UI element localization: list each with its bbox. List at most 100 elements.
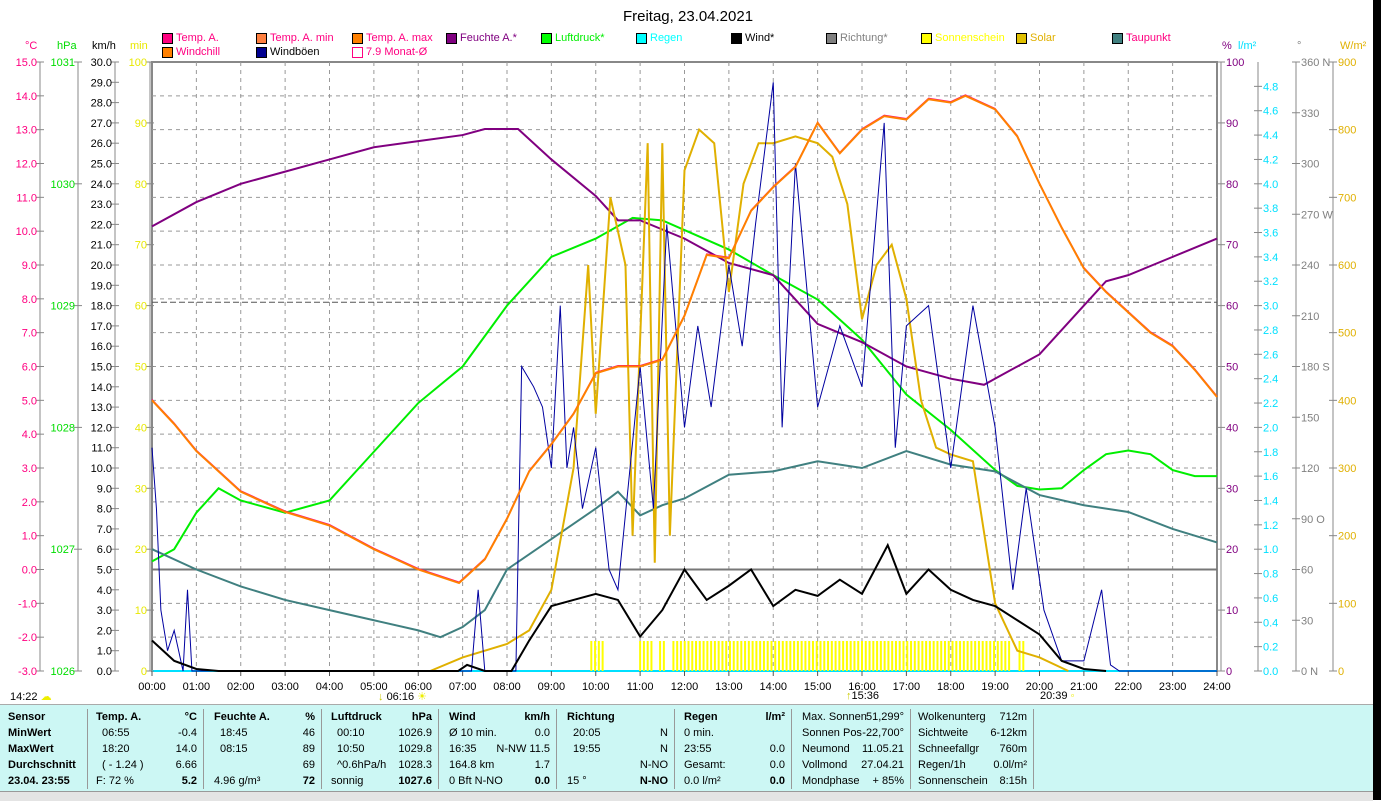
- panel-row: Ø 10 min. 0.0: [443, 725, 556, 741]
- temp-tick-label: 12.0: [16, 159, 37, 171]
- panel-row: 00:10 1026.9: [325, 725, 438, 741]
- panel-text: Sonnenschein: [918, 775, 988, 787]
- weather-chart: Freitag, 23.04.2021 00:00 01:00 02:00 03:00…: [16, 8, 1367, 693]
- temp-tick-label: 7.0: [22, 328, 37, 340]
- col-dir: Richtung 20:05 N 19:55 N N-NO 15 ° N-NO: [561, 709, 675, 789]
- legend-swatch: [256, 32, 267, 44]
- sun_min-tick-label: 30: [135, 483, 147, 495]
- humidity-tick-label: 90: [1226, 118, 1238, 130]
- panel-row: Wind km/h: [443, 709, 556, 725]
- rain-tick-label: 0.4: [1263, 617, 1278, 629]
- panel-text: 18:20: [102, 743, 130, 755]
- legend-label: Sonnenschein: [935, 32, 1005, 44]
- sunset-icon: ◦: [1070, 690, 1075, 702]
- wind-tick-label: 14.0: [91, 382, 112, 394]
- panel-row: Luftdruck hPa: [325, 709, 438, 725]
- panel-row: 18:20 14.0: [90, 741, 203, 757]
- marker-left-time: 14:22 ☁: [10, 691, 52, 703]
- legend-label: Luftdruck*: [555, 32, 605, 44]
- wind-tick-label: 26.0: [91, 138, 112, 150]
- panel-row: Regen l/m²: [678, 709, 791, 725]
- sun_min-tick-label: 80: [135, 179, 147, 191]
- panel-value: N-NW 11.5: [496, 743, 550, 755]
- wind-tick-label: 28.0: [91, 98, 112, 110]
- solar-tick-label: 300: [1338, 463, 1356, 475]
- x-tick-label: 15:00: [804, 681, 832, 693]
- temp-tick-label: 13.0: [16, 125, 37, 137]
- temp-tick-label: 5.0: [22, 395, 37, 407]
- legend-swatch: [162, 32, 173, 44]
- x-tick-label: 01:00: [183, 681, 211, 693]
- col-sensor: Sensor MinWert MaxWert Durchschnitt 23.04. 2…: [5, 709, 88, 789]
- humidity-tick-label: 40: [1226, 422, 1238, 434]
- panel-row: 10:50 1029.8: [325, 741, 438, 757]
- panel-text: sonnig: [331, 775, 364, 787]
- legend-item: Regen: [636, 32, 682, 44]
- legend-label: 7.9 Monat-Ø: [366, 46, 428, 58]
- chart-title: Freitag, 23.04.2021: [623, 8, 753, 25]
- panel-text: Sonnen Pos: [802, 727, 862, 739]
- wind-tick-label: 20.0: [91, 260, 112, 272]
- legend-item: Richtung*: [826, 32, 888, 44]
- rain-tick-label: 4.8: [1263, 81, 1278, 93]
- wind-tick-label: 13.0: [91, 402, 112, 414]
- panel-value: 6.66: [175, 759, 197, 771]
- sun_min-tick-label: 0: [141, 666, 147, 678]
- sun_min-tick-label: 20: [135, 544, 147, 556]
- panel-row: 164.8 km 1.7: [443, 757, 556, 773]
- panel-text: 10:50: [337, 743, 365, 755]
- x-tick-label: 18:00: [937, 681, 965, 693]
- panel-text: Max. Sonnen: [802, 711, 867, 723]
- x-tick-label: 00:00: [138, 681, 166, 693]
- legend-swatch: [1016, 32, 1027, 44]
- panel-row: Richtung: [561, 709, 674, 725]
- humidity-tick-label: 70: [1226, 240, 1238, 252]
- direction-tick-label: 360 N: [1301, 57, 1330, 69]
- humidity-tick-label: 50: [1226, 362, 1238, 374]
- row-label: MinWert: [8, 727, 52, 739]
- x-tick-label: 11:00: [627, 681, 654, 693]
- temp-tick-label: 11.0: [16, 192, 37, 204]
- temp-tick-label: 15.0: [16, 57, 37, 69]
- x-tick-label: 08:00: [493, 681, 521, 693]
- panel-row: 06:55 -0.4: [90, 725, 203, 741]
- cloud-icon: ☁: [40, 691, 52, 703]
- panel-row: Vollmond 27.04.21: [797, 757, 910, 773]
- wind-tick-label: 11.0: [91, 443, 112, 455]
- panel-text: 23:55: [684, 743, 712, 755]
- panel-row: 69: [208, 757, 321, 773]
- wind-unit-label: km/h: [92, 40, 116, 52]
- col-header: Sensor: [8, 711, 46, 723]
- x-tick-label: 03:00: [271, 681, 299, 693]
- panel-value: 89: [302, 743, 315, 755]
- rain-tick-label: 3.4: [1263, 252, 1278, 264]
- direction-tick-label: 90 O: [1301, 514, 1325, 526]
- panel-value: 46: [302, 727, 315, 739]
- wind-tick-label: 7.0: [97, 524, 112, 536]
- row-label: Durchschnitt: [8, 759, 76, 771]
- x-tick-label: 19:00: [981, 681, 1009, 693]
- series-luftdruck: [151, 216, 1217, 563]
- sun_min-unit-label: min: [130, 40, 148, 52]
- panel-text: Regen/1h: [918, 759, 966, 771]
- rain-tick-label: 2.8: [1263, 325, 1278, 337]
- legend-item: Wind*: [731, 32, 774, 44]
- solar-tick-label: 400: [1338, 395, 1356, 407]
- solar-tick-label: 600: [1338, 260, 1356, 272]
- rain-tick-label: 3.2: [1263, 276, 1278, 288]
- wind-tick-label: 30.0: [91, 57, 112, 69]
- pressure-unit-label: hPa: [57, 40, 77, 52]
- moon-down-icon: ↓: [378, 691, 384, 703]
- rain-tick-label: 0.2: [1263, 642, 1278, 654]
- solar-tick-label: 500: [1338, 328, 1356, 340]
- solar-tick-label: 900: [1338, 57, 1356, 69]
- rain-tick-label: 2.2: [1263, 398, 1278, 410]
- humidity-tick-label: 100: [1226, 57, 1244, 69]
- panel-row: Neumond 11.05.21: [797, 741, 910, 757]
- rain-unit-label: l/m²: [1238, 40, 1257, 52]
- panel-text: 00:10: [337, 727, 365, 739]
- solar-tick-label: 100: [1338, 598, 1356, 610]
- panel-value: N-NO: [639, 775, 668, 787]
- legend-item: Temp. A. min: [256, 32, 334, 44]
- panel-value: N: [660, 743, 668, 755]
